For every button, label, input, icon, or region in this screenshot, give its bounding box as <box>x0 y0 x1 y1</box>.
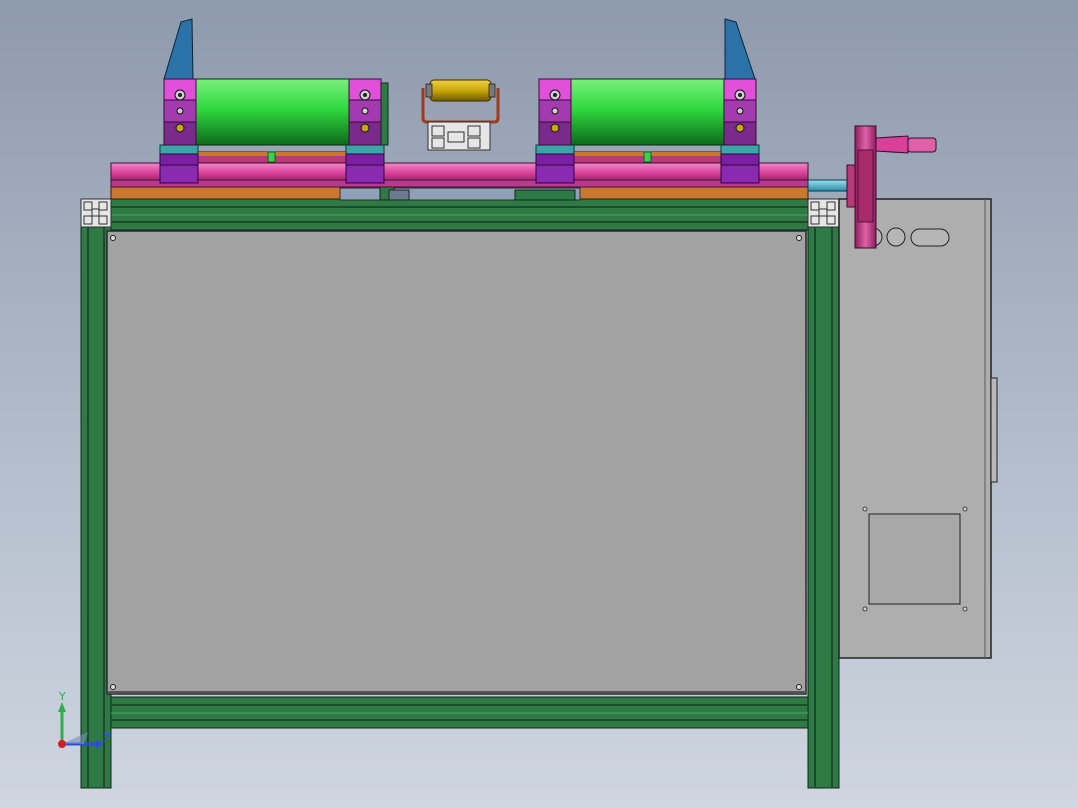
roller <box>193 78 353 146</box>
z-axis-label: Z <box>103 732 111 745</box>
carriage-plate-right <box>571 151 725 164</box>
control-cabinet <box>838 198 998 659</box>
slider-block <box>720 144 760 184</box>
profile-end-left <box>80 198 112 228</box>
center-guide-roller <box>421 79 500 151</box>
roller <box>568 78 728 146</box>
bearing-block <box>723 78 757 146</box>
y-axis-label: Y <box>58 690 66 703</box>
bearing-block <box>538 78 572 146</box>
machine-drawing: Y Z <box>58 18 998 789</box>
carriage-plate-left <box>195 151 349 164</box>
front-panel <box>106 230 807 695</box>
bearing-block <box>348 78 382 146</box>
slider-block <box>345 144 385 184</box>
handwheel-grip <box>875 135 909 154</box>
slider-block <box>535 144 575 184</box>
cad-viewport[interactable]: Y Z <box>0 0 1078 808</box>
bearing-block <box>163 78 197 146</box>
drive-shaft <box>807 179 851 192</box>
profile-end-right <box>807 198 840 228</box>
slider-block <box>159 144 199 184</box>
guide-rail <box>110 162 809 188</box>
